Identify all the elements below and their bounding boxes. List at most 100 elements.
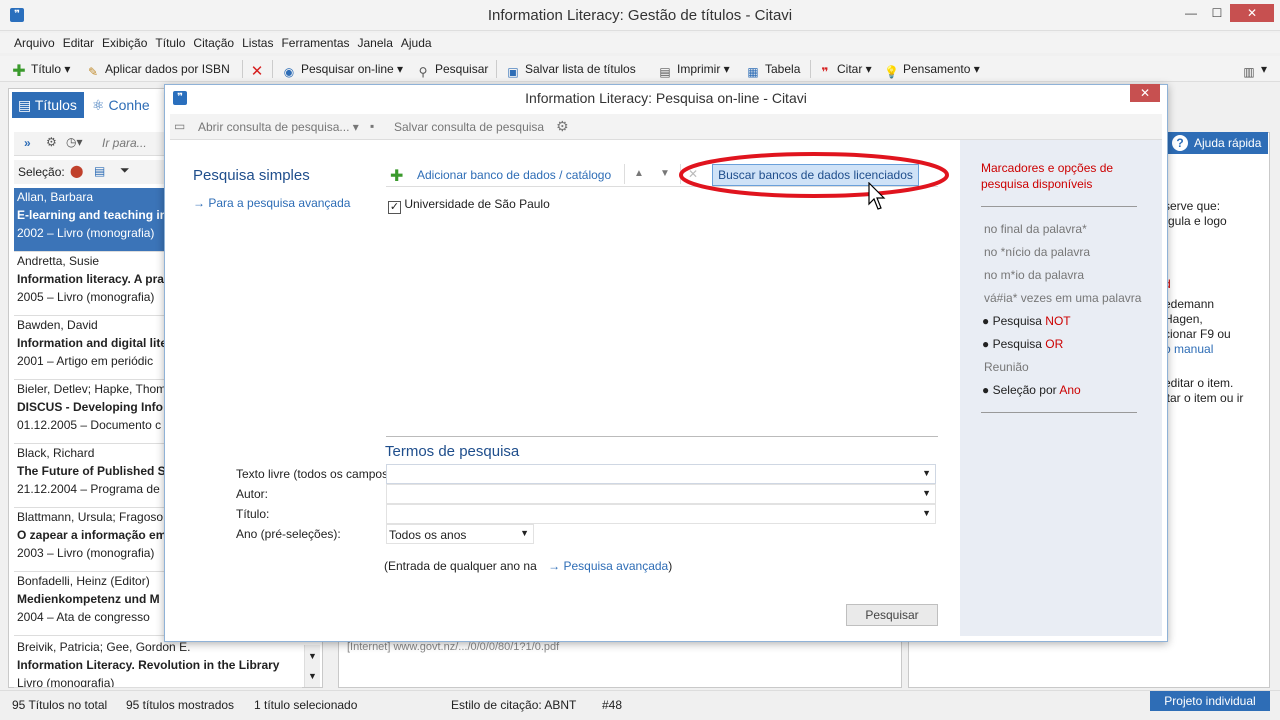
thought-button[interactable]: 💡 Pensamento ▾ — [884, 59, 980, 79]
menu-titulo[interactable]: Título — [151, 33, 189, 53]
goto-input[interactable]: Ir para... — [102, 136, 147, 150]
save-query-button[interactable]: Salvar consulta de pesquisa — [394, 120, 544, 134]
title-input[interactable]: ▼ — [386, 504, 936, 524]
cite-button[interactable]: ❞ Citar ▾ — [818, 59, 871, 79]
history-icon[interactable]: ◷▾ — [66, 135, 83, 149]
close-window-button[interactable]: ✕ — [1230, 4, 1274, 22]
status-total: 95 Títulos no total — [12, 698, 108, 712]
add-title-button[interactable]: ✚ Título ▾ — [12, 59, 70, 80]
minimize-button[interactable]: — — [1178, 4, 1204, 22]
operator-not-prefix: Pesquisa — [992, 314, 1046, 328]
move-up-icon[interactable]: ▲ — [634, 168, 644, 179]
dropdown-arrow-icon: ▼ — [520, 528, 529, 538]
settings-gear-icon[interactable]: ⚙ — [556, 118, 569, 135]
search-online-button[interactable]: ◉ Pesquisar on-line ▾ — [282, 59, 403, 79]
table-icon: ▦ — [747, 65, 759, 79]
quick-help-button[interactable]: ? Ajuda rápida — [1166, 132, 1268, 154]
operator-wildcard-start[interactable]: no *nício da palavra — [984, 245, 1090, 259]
author-label: Autor: — [236, 487, 269, 501]
layout-icon: ▥ — [1243, 65, 1255, 79]
print-button[interactable]: ▤ Imprimir ▾ — [658, 59, 729, 79]
operator-wildcard-multi[interactable]: vá#ia* vezes em uma palavra — [984, 291, 1141, 305]
tab-conhecimento-label: Conhe — [108, 97, 150, 113]
status-selected: 1 título selecionado — [254, 698, 358, 712]
thought-label: Pensamento — [903, 62, 971, 76]
operator-year-keyword: Ano — [1059, 383, 1081, 397]
year-entry-note: (Entrada de qualquer ano na → Pesquisa a… — [384, 559, 672, 573]
save-list-icon: ▣ — [507, 65, 519, 79]
maximize-button[interactable]: ☐ — [1204, 4, 1230, 22]
list-item[interactable]: Breivik, Patricia; Gee, Gordon E. Inform… — [14, 638, 302, 688]
help-text-line: Hagen, — [1164, 312, 1203, 326]
selection-list-icon[interactable]: ▤ — [94, 164, 105, 178]
advanced-search-link[interactable]: → Para a pesquisa avançada — [193, 196, 350, 210]
lightbulb-icon: 💡 — [884, 65, 899, 79]
open-folder-icon: ▭ — [174, 119, 186, 133]
database-item[interactable]: ✓ Universidade de São Paulo — [388, 197, 550, 214]
expand-chevron-icon[interactable]: » — [24, 136, 31, 150]
year-select[interactable]: Todos os anos ▼ — [386, 524, 534, 544]
table-button[interactable]: ▦ Tabela — [746, 59, 800, 79]
dropdown-arrow-icon: ▼ — [922, 508, 931, 518]
gear-icon[interactable]: ⚙ — [46, 135, 57, 149]
year-select-value: Todos os anos — [389, 528, 467, 542]
free-text-input[interactable]: ▼ — [386, 464, 936, 484]
status-citation-style: Estilo de citação: ABNT — [451, 698, 577, 712]
list-scrollbar[interactable]: ▼ ▼ — [304, 645, 320, 687]
toolbar-separator — [272, 60, 273, 78]
open-query-button[interactable]: Abrir consulta de pesquisa... ▾ — [198, 120, 359, 134]
scroll-end-icon[interactable]: ▼ — [305, 671, 320, 681]
apply-isbn-button[interactable]: ✎ Aplicar dados por ISBN — [86, 59, 230, 79]
menu-ajuda[interactable]: Ajuda — [397, 33, 436, 53]
advanced-search-inline-link[interactable]: → Pesquisa avançada — [548, 559, 668, 573]
menu-janela[interactable]: Janela — [354, 33, 397, 53]
add-database-button[interactable]: Adicionar banco de dados / catálogo — [417, 168, 611, 182]
menu-listas[interactable]: Listas — [238, 33, 277, 53]
list-icon: ▤ — [18, 97, 35, 113]
dialog-toolbar: ▭ Abrir consulta de pesquisa... ▾ ▪ Salv… — [170, 114, 1162, 140]
search-online-label: Pesquisar on-line — [301, 62, 394, 76]
database-checkbox[interactable]: ✓ — [388, 201, 401, 214]
menu-exibicao[interactable]: Exibição — [98, 33, 151, 53]
project-badge[interactable]: Projeto individual — [1150, 691, 1270, 711]
selection-label: Seleção: — [18, 165, 65, 179]
layout-button[interactable]: ▥ ▾ — [1242, 59, 1267, 79]
delete-button[interactable]: ✕ — [250, 59, 269, 79]
menu-citacao[interactable]: Citação — [189, 33, 238, 53]
filter-icon[interactable]: ⏷ — [120, 163, 130, 178]
save-list-button[interactable]: ▣ Salvar lista de títulos — [506, 59, 635, 79]
tab-titulos[interactable]: ▤ Títulos — [12, 92, 84, 118]
window-title: Information Literacy: Gestão de títulos … — [487, 7, 793, 24]
search-button[interactable]: ⚲ Pesquisar — [416, 59, 489, 79]
dialog-close-button[interactable]: ✕ — [1130, 84, 1160, 102]
toolbar-separator — [242, 60, 243, 78]
operator-wildcard-end[interactable]: no final da palavra* — [984, 222, 1087, 236]
save-disk-icon: ▪ — [370, 119, 375, 133]
status-bar: 95 Títulos no total 95 títulos mostrados… — [0, 690, 1280, 720]
operator-not[interactable]: ● Pesquisa NOT — [982, 314, 1071, 328]
operator-not-keyword: NOT — [1045, 314, 1071, 328]
menu-arquivo[interactable]: Arquivo — [10, 33, 59, 53]
menu-editar[interactable]: Editar — [59, 33, 98, 53]
operator-wildcard-middle[interactable]: no m*io da palavra — [984, 268, 1084, 282]
help-manual-link[interactable]: o manual — [1164, 341, 1213, 357]
divider — [386, 436, 938, 437]
operator-or[interactable]: ● Pesquisa OR — [982, 337, 1063, 351]
search-submit-button[interactable]: Pesquisar — [846, 604, 938, 626]
help-question-icon: ? — [1172, 135, 1188, 151]
knowledge-icon: ⚛ — [92, 97, 109, 113]
delete-x-icon: ✕ — [250, 63, 264, 80]
operator-year[interactable]: ● Seleção por Ano — [982, 383, 1081, 397]
plus-icon: ✚ — [390, 168, 404, 185]
menu-ferramentas[interactable]: Ferramentas — [277, 33, 353, 53]
selection-tool-icon[interactable]: ⬤ — [70, 164, 83, 178]
magnifier-icon: ⚲ — [418, 65, 428, 79]
move-down-icon[interactable]: ▼ — [660, 168, 670, 179]
tab-conhecimento[interactable]: ⚛ Conhe — [92, 92, 150, 118]
author-input[interactable]: ▼ — [386, 484, 936, 504]
dropdown-arrow-icon: ▼ — [922, 488, 931, 498]
toolbar-separator — [810, 60, 811, 78]
operator-union[interactable]: Reunião — [984, 360, 1029, 374]
scroll-down-icon[interactable]: ▼ — [305, 651, 320, 661]
advanced-search-inline-label: Pesquisa avançada — [563, 559, 669, 573]
